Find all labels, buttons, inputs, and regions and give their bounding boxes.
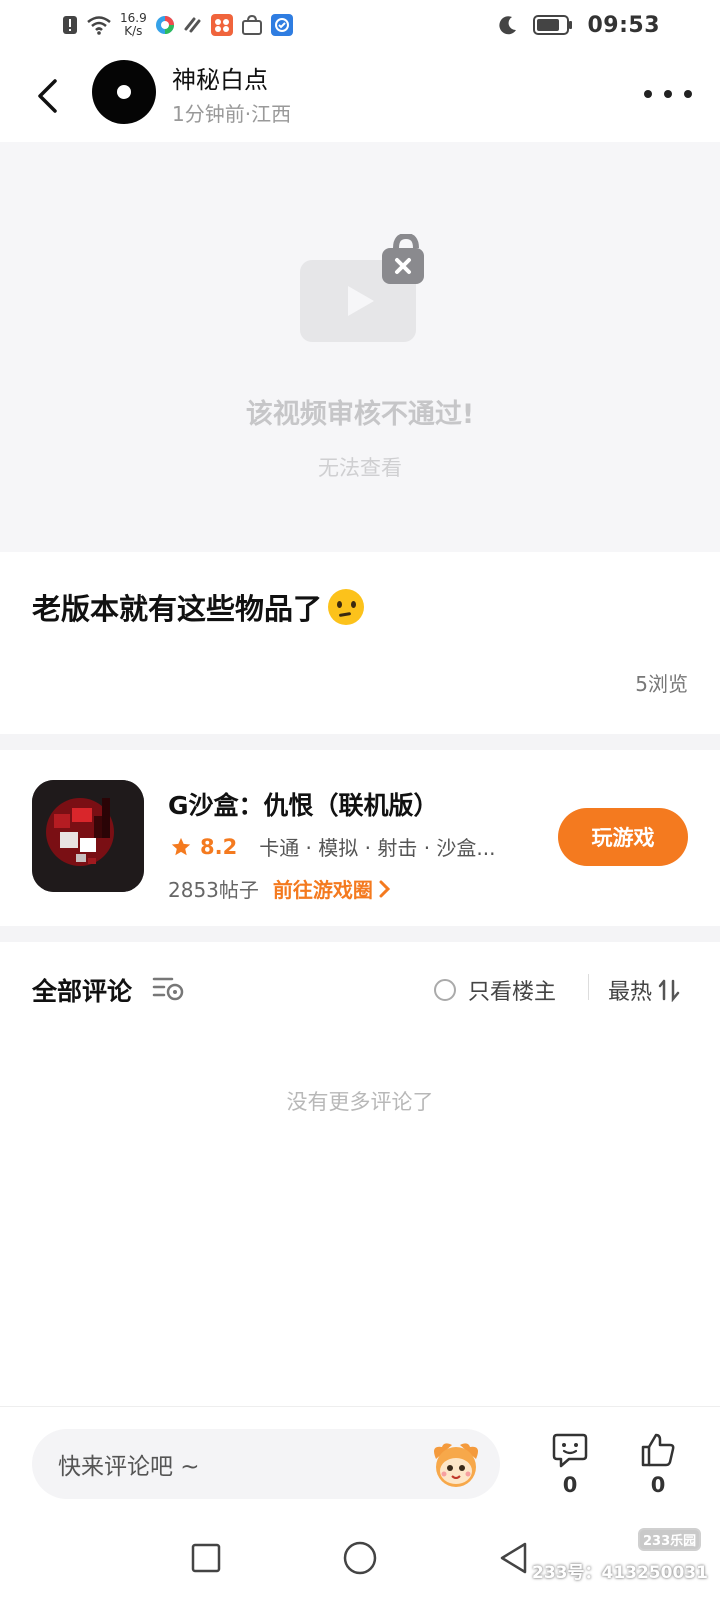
radio-icon[interactable] <box>434 979 456 1001</box>
triangle-back-icon <box>500 1542 527 1574</box>
wifi-icon <box>86 15 112 35</box>
circle-icon <box>343 1541 377 1575</box>
alert-icon <box>62 15 78 35</box>
comment-input[interactable]: 快来评论吧 ~ <box>32 1429 500 1499</box>
recent-apps-button[interactable] <box>186 1538 226 1578</box>
view-count: 5浏览 <box>635 672 688 696</box>
mascot-emoji-icon[interactable] <box>430 1439 482 1489</box>
comments-header: 全部评论 只看楼主 最热 <box>0 944 720 1034</box>
link-app-icon <box>183 15 203 35</box>
video-blocked-placeholder: 该视频审核不通过! 无法查看 <box>0 142 720 552</box>
post-title: 老版本就有这些物品了 <box>32 586 365 628</box>
only-op-toggle[interactable]: 只看楼主 <box>434 974 556 1006</box>
locked-video-icon <box>300 234 424 342</box>
divider <box>588 974 589 1000</box>
all-comments-title: 全部评论 <box>32 977 133 1006</box>
thumbs-up-icon <box>641 1433 675 1467</box>
more-options-button[interactable] <box>644 82 692 106</box>
back-button[interactable] <box>30 76 64 116</box>
sort-dropdown[interactable]: 最热 <box>608 974 680 1006</box>
watermark-badge: 233乐园 <box>638 1528 702 1551</box>
author-name[interactable]: 神秘白点 <box>172 60 268 95</box>
network-speed: 16.9 K/s <box>120 11 147 38</box>
system-nav-bar: 233乐园 233号：413250031 <box>0 1522 720 1600</box>
comment-action[interactable]: 0 <box>540 1431 600 1497</box>
section-divider <box>0 734 720 750</box>
clock: 09:53 <box>587 12 660 38</box>
square-icon <box>191 1543 221 1573</box>
chevron-left-icon <box>38 79 57 113</box>
comment-count: 0 <box>562 1473 578 1497</box>
video-status-title: 该视频审核不通过! <box>245 399 475 430</box>
game-meta: 8.2 卡通 · 模拟 · 射击 · 沙盒... <box>170 832 496 861</box>
orange-app-icon <box>210 14 233 36</box>
chevron-right-icon <box>379 880 391 897</box>
status-bar: 16.9 K/s 09:53 <box>0 0 720 50</box>
game-card[interactable]: G沙盒：仇恨（联机版） 8.2 卡通 · 模拟 · 射击 · 沙盒... 285… <box>0 750 720 926</box>
moon-icon <box>497 14 519 36</box>
game-tags: 卡通 · 模拟 · 射击 · 沙盒... <box>259 836 496 860</box>
blue-app-icon <box>270 14 293 36</box>
like-action[interactable]: 0 <box>628 1431 688 1497</box>
game-post-count: 2853帖子 <box>168 878 259 902</box>
go-to-game-circle-link[interactable]: 前往游戏圈 <box>273 874 391 903</box>
post-header: 神秘白点 1分钟前·江西 <box>0 50 720 142</box>
game-name[interactable]: G沙盒：仇恨（联机版） <box>168 786 439 822</box>
filter-icon[interactable] <box>152 974 186 1002</box>
video-status-subtitle: 无法查看 <box>318 456 402 480</box>
author-avatar[interactable] <box>92 60 156 124</box>
game-icon[interactable] <box>32 780 144 892</box>
like-count: 0 <box>650 1473 666 1497</box>
colorful-app-icon <box>155 15 175 35</box>
no-more-comments: 没有更多评论了 <box>286 1090 434 1114</box>
game-rating: 8.2 <box>200 834 238 859</box>
play-game-button[interactable]: 玩游戏 <box>558 808 688 866</box>
game-community-row: 2853帖子 前往游戏圈 <box>168 874 391 903</box>
watermark-text: 233号：413250031 <box>532 1563 708 1583</box>
comment-icon <box>552 1433 588 1468</box>
sort-arrows-icon <box>658 979 680 1002</box>
post-time-location: 1分钟前·江西 <box>172 102 292 126</box>
battery-icon <box>533 14 573 36</box>
thinking-face-emoji-icon <box>328 589 365 625</box>
home-button[interactable] <box>340 1538 380 1578</box>
star-icon <box>171 837 191 855</box>
comment-bar: 快来评论吧 ~ 0 0 <box>0 1406 720 1522</box>
bag-app-icon <box>241 14 263 36</box>
section-divider <box>0 926 720 942</box>
system-back-button[interactable] <box>494 1538 534 1578</box>
